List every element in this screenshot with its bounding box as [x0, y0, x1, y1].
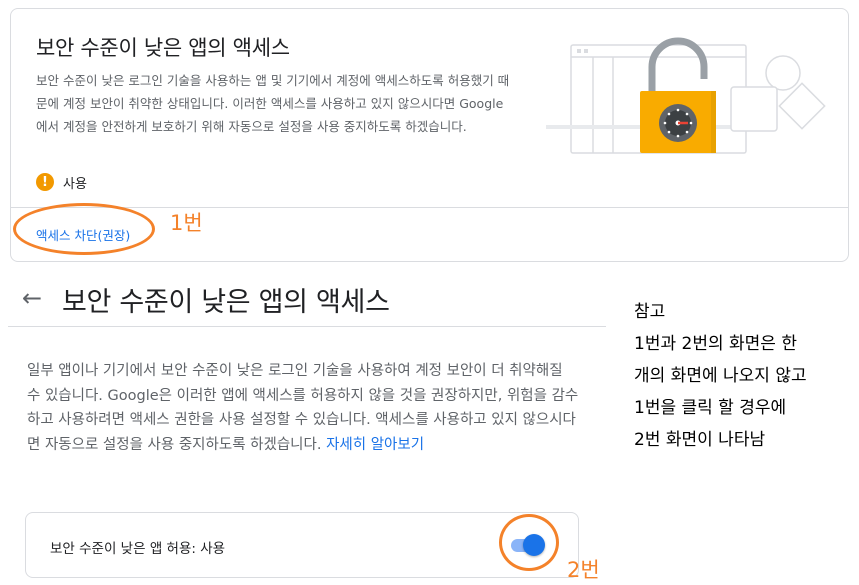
note-line: 개의 화면에 나오지 않고 — [634, 366, 807, 386]
explanation-body: 일부 앱이나 기기에서 보안 수준이 낮은 로그인 기술을 사용하여 계정 보안… — [27, 363, 579, 453]
annotation-circle-2 — [499, 514, 559, 571]
explanation-text: 일부 앱이나 기기에서 보안 수준이 낮은 로그인 기술을 사용하여 계정 보안… — [27, 359, 579, 457]
side-note: 참고 1번과 2번의 화면은 한 개의 화면에 나오지 않고 1번을 클릭 할 … — [634, 296, 854, 456]
status-text: 사용 — [63, 176, 87, 192]
annotation-circle-1 — [13, 203, 155, 255]
note-line: 참고 — [634, 302, 666, 322]
status-row: ! 사용 — [36, 171, 87, 193]
card-description: 보안 수준이 낮은 로그인 기술을 사용하는 앱 및 기기에서 계정에 액세스하… — [36, 73, 510, 134]
note-line: 1번과 2번의 화면은 한 — [634, 334, 797, 354]
less-secure-apps-toggle-card: 보안 수준이 낮은 앱 허용: 사용 — [25, 512, 579, 578]
back-arrow-icon[interactable]: ← — [22, 284, 42, 312]
card-title: 보안 수준이 낮은 앱의 액세스 — [36, 36, 290, 60]
note-line: 2번 화면이 나타남 — [634, 430, 766, 450]
annotation-label-1: 1번 — [170, 211, 203, 235]
page-title: 보안 수준이 낮은 앱의 액세스 — [62, 287, 390, 318]
unlocked-padlock-illustration — [546, 37, 826, 154]
note-line: 1번을 클릭 할 경우에 — [634, 398, 787, 418]
warning-icon: ! — [36, 173, 54, 191]
learn-more-link[interactable]: 자세히 알아보기 — [326, 437, 424, 453]
card-divider — [11, 207, 848, 208]
title-divider — [8, 326, 606, 327]
annotation-label-2: 2번 — [567, 558, 600, 582]
toggle-label: 보안 수준이 낮은 앱 허용: 사용 — [50, 541, 226, 557]
